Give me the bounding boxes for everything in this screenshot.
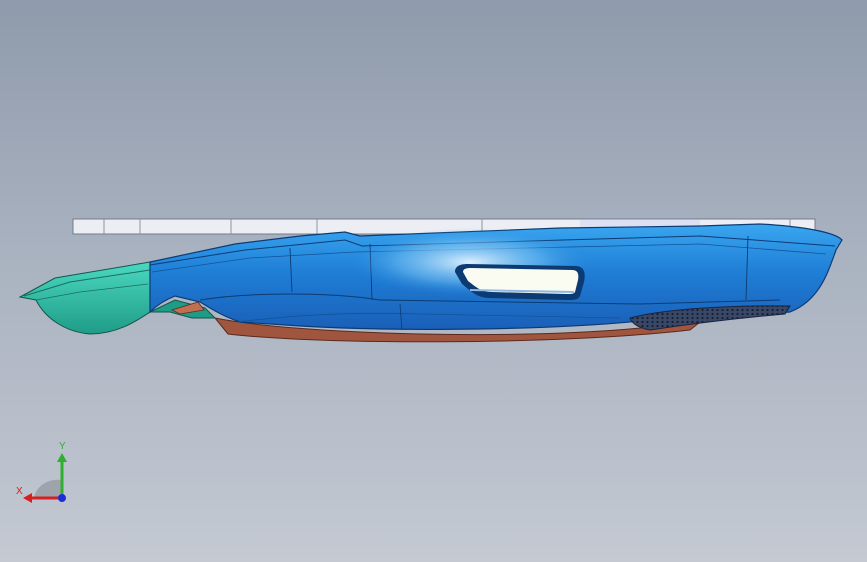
y-axis-label: Y [59,441,66,452]
x-axis-label: X [16,486,23,497]
coordinate-triad: Y X [14,440,74,510]
cad-model[interactable] [0,0,867,562]
z-axis-dot [58,494,66,502]
graphics-viewport[interactable]: Y X [0,0,867,562]
